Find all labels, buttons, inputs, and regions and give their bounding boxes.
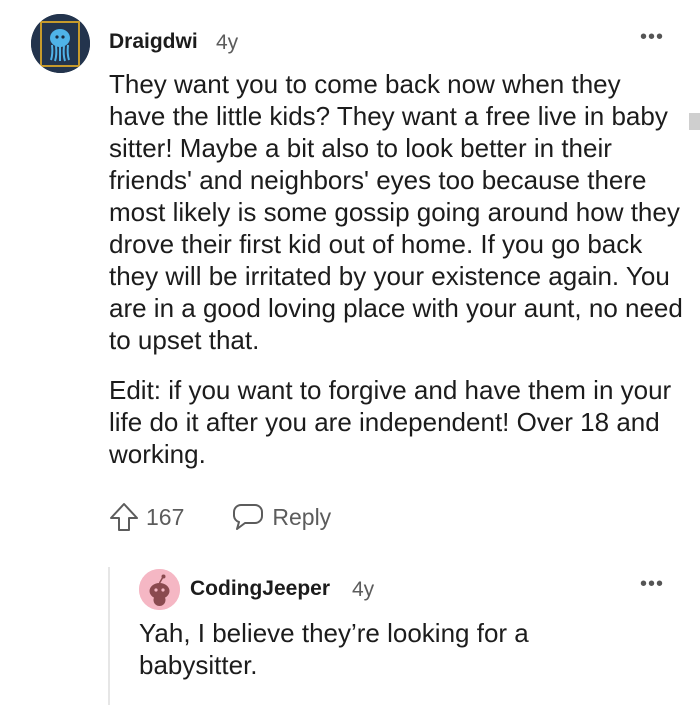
scrollbar[interactable] (689, 113, 700, 130)
more-options-icon[interactable]: ••• (640, 26, 664, 49)
comment-paragraph: They want you to come back now when they… (109, 69, 683, 355)
vote-count: 167 (146, 503, 185, 530)
jellyfish-icon (31, 14, 90, 73)
reply-more-options-icon[interactable]: ••• (640, 573, 664, 596)
thread-line[interactable] (108, 567, 110, 705)
reply-button[interactable]: Reply (232, 502, 331, 532)
comment-actions: 167 Reply (108, 498, 331, 536)
reply-body: Yah, I believe they’re looking for a bab… (139, 618, 529, 680)
comment-age: 4y (216, 31, 239, 54)
upvote-button[interactable]: 167 (108, 501, 184, 533)
snoo-avatar-icon (139, 569, 180, 610)
reply-age: 4y (352, 578, 375, 601)
comment-author[interactable]: Draigdwi (109, 30, 198, 54)
reply-avatar[interactable] (139, 569, 180, 610)
reply-author[interactable]: CodingJeeper (190, 577, 330, 601)
upvote-icon[interactable] (108, 501, 140, 533)
comment-thread: Draigdwi 4y ••• They want you to come ba… (0, 0, 700, 705)
avatar[interactable] (31, 14, 90, 73)
speech-bubble-icon (232, 502, 264, 532)
comment-paragraph: Edit: if you want to forgive and have th… (109, 375, 672, 469)
reply-label: Reply (272, 503, 332, 530)
comment-body: They want you to come back now when they… (109, 68, 684, 470)
